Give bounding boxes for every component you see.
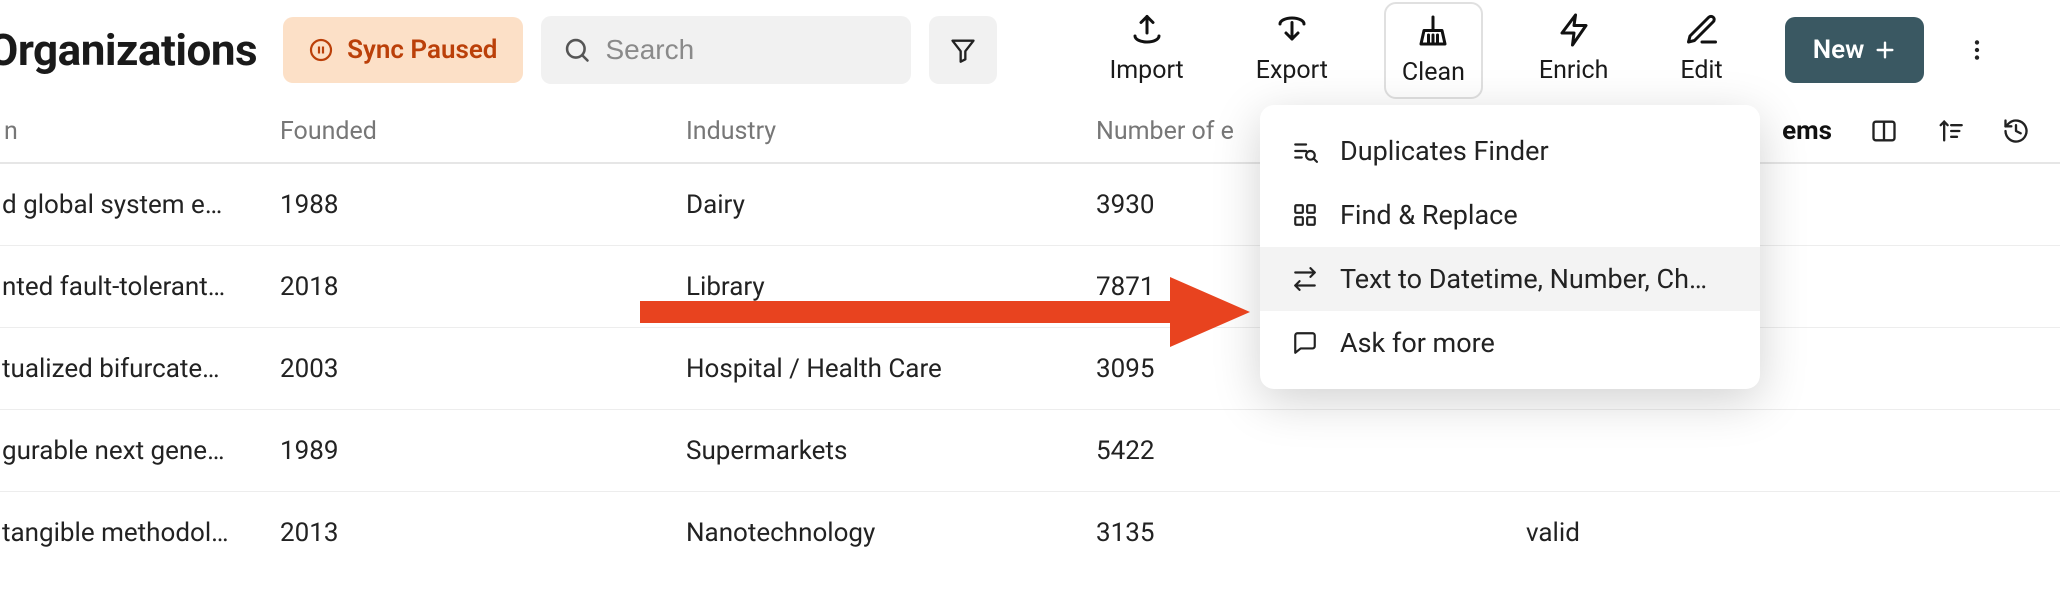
cell-founded: 2003 — [280, 354, 686, 384]
export-label: Export — [1256, 56, 1328, 85]
column-header-industry[interactable]: Industry — [686, 117, 1096, 146]
cell-industry: Nanotechnology — [686, 518, 1096, 548]
search-box[interactable] — [541, 16, 911, 84]
cell-employees: 5422 — [1096, 436, 1526, 466]
search-icon — [563, 36, 591, 64]
menu-text-to-label: Text to Datetime, Number, Ch… — [1340, 263, 1707, 295]
edit-label: Edit — [1680, 56, 1722, 85]
column-header-founded[interactable]: Founded — [280, 117, 686, 146]
chat-icon — [1290, 330, 1320, 356]
cell-desc: gurable next gene… — [0, 436, 280, 466]
search-input[interactable] — [605, 34, 889, 66]
table-row[interactable]: tangible methodol…2013Nanotechnology3135… — [0, 492, 2060, 574]
cell-founded: 2018 — [280, 272, 686, 302]
cell-employees: 3135 — [1096, 518, 1526, 548]
page-title: Organizations — [0, 24, 257, 76]
new-button[interactable]: New — [1785, 17, 1925, 83]
pause-icon — [309, 38, 333, 62]
upload-icon — [1129, 10, 1165, 50]
cell-industry: Library — [686, 272, 1096, 302]
history-icon[interactable] — [2002, 117, 2030, 145]
tool-group: Import Export — [1093, 2, 1738, 99]
cell-founded: 2013 — [280, 518, 686, 548]
cell-desc: tangible methodol… — [0, 518, 280, 548]
items-label: ems — [1782, 116, 1832, 146]
menu-ask-more-label: Ask for more — [1340, 327, 1495, 359]
toolbar: Organizations Sync Paused — [0, 0, 2060, 100]
edit-button[interactable]: Edit — [1664, 2, 1738, 95]
cell-industry: Hospital / Health Care — [686, 354, 1096, 384]
cell-founded: 1988 — [280, 190, 686, 220]
sync-status-badge[interactable]: Sync Paused — [283, 17, 523, 83]
export-button[interactable]: Export — [1240, 2, 1344, 95]
menu-duplicates-finder[interactable]: Duplicates Finder — [1260, 119, 1760, 183]
pencil-icon — [1684, 10, 1720, 50]
cell-industry: Dairy — [686, 190, 1096, 220]
filter-icon — [949, 36, 977, 64]
find-replace-icon — [1290, 202, 1320, 228]
sort-icon[interactable] — [1936, 117, 1964, 145]
import-button[interactable]: Import — [1093, 2, 1199, 95]
clean-dropdown: Duplicates Finder Find & Replace Text to… — [1260, 105, 1760, 389]
more-button[interactable] — [1954, 27, 2000, 73]
cell-extra: valid — [1526, 518, 2060, 548]
more-vertical-icon — [1964, 37, 1990, 63]
clean-button[interactable]: Clean — [1384, 2, 1483, 99]
table-row[interactable]: gurable next gene…1989Supermarkets5422 — [0, 410, 2060, 492]
broom-icon — [1415, 12, 1451, 52]
lightning-icon — [1556, 10, 1592, 50]
duplicates-icon — [1290, 138, 1320, 164]
plus-icon — [1874, 39, 1896, 61]
sync-status-label: Sync Paused — [347, 35, 497, 65]
download-icon — [1274, 10, 1310, 50]
menu-ask-for-more[interactable]: Ask for more — [1260, 311, 1760, 375]
menu-text-to-datetime[interactable]: Text to Datetime, Number, Ch… — [1260, 247, 1760, 311]
filter-button[interactable] — [929, 16, 997, 84]
cell-desc: nted fault-tolerant… — [0, 272, 280, 302]
cell-industry: Supermarkets — [686, 436, 1096, 466]
cell-desc: tualized bifurcate… — [0, 354, 280, 384]
enrich-button[interactable]: Enrich — [1523, 2, 1624, 95]
menu-duplicates-label: Duplicates Finder — [1340, 135, 1549, 167]
new-label: New — [1813, 35, 1865, 65]
column-header-desc[interactable]: n — [0, 117, 280, 146]
clean-label: Clean — [1402, 58, 1465, 87]
enrich-label: Enrich — [1539, 56, 1608, 85]
cell-desc: d global system e… — [0, 190, 280, 220]
convert-icon — [1290, 266, 1320, 292]
columns-icon[interactable] — [1870, 117, 1898, 145]
menu-find-replace-label: Find & Replace — [1340, 199, 1518, 231]
import-label: Import — [1109, 56, 1183, 85]
cell-founded: 1989 — [280, 436, 686, 466]
menu-find-replace[interactable]: Find & Replace — [1260, 183, 1760, 247]
